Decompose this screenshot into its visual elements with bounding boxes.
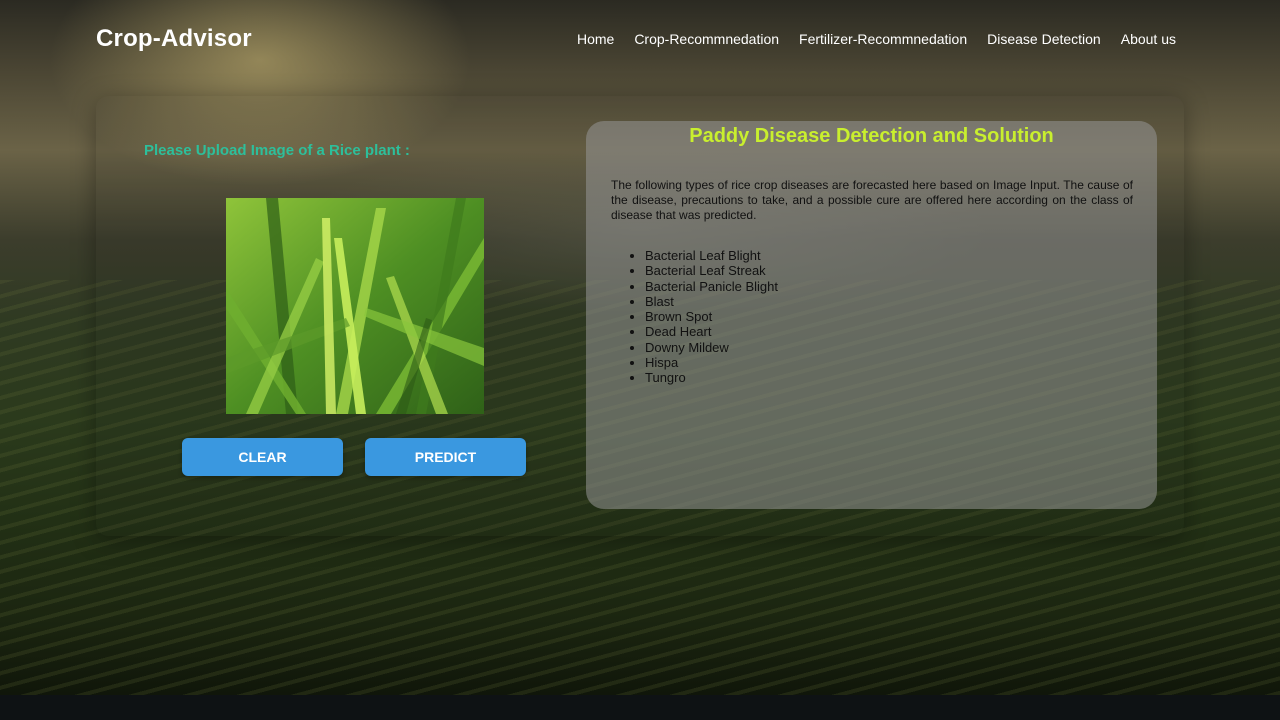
list-item: Dead Heart <box>645 324 778 339</box>
clear-button[interactable]: CLEAR <box>182 438 343 476</box>
footer-strip <box>0 695 1280 720</box>
brand-logo[interactable]: Crop-Advisor <box>96 25 252 53</box>
nav-home[interactable]: Home <box>577 31 614 47</box>
predict-button[interactable]: PREDICT <box>365 438 526 476</box>
list-item: Hispa <box>645 355 778 370</box>
top-header: Crop-Advisor Home Crop-Recommnedation Fe… <box>0 0 1280 80</box>
disease-list: Bacterial Leaf Blight Bacterial Leaf Str… <box>628 248 778 386</box>
info-description: The following types of rice crop disease… <box>611 178 1133 222</box>
nav-disease-detection[interactable]: Disease Detection <box>987 31 1101 47</box>
main-nav: Home Crop-Recommnedation Fertilizer-Reco… <box>577 31 1176 47</box>
list-item: Brown Spot <box>645 309 778 324</box>
uploaded-plant-image[interactable] <box>226 198 484 414</box>
info-card: Paddy Disease Detection and Solution The… <box>586 121 1157 509</box>
info-title: Paddy Disease Detection and Solution <box>689 125 1054 147</box>
nav-fertilizer-recommendation[interactable]: Fertilizer-Recommnedation <box>799 31 967 47</box>
upload-label: Please Upload Image of a Rice plant : <box>144 142 410 159</box>
list-item: Downy Mildew <box>645 340 778 355</box>
rice-plant-photo-icon <box>226 198 484 414</box>
list-item: Tungro <box>645 370 778 385</box>
list-item: Blast <box>645 294 778 309</box>
nav-about-us[interactable]: About us <box>1121 31 1176 47</box>
nav-crop-recommendation[interactable]: Crop-Recommnedation <box>634 31 779 47</box>
list-item: Bacterial Leaf Streak <box>645 263 778 278</box>
list-item: Bacterial Panicle Blight <box>645 279 778 294</box>
list-item: Bacterial Leaf Blight <box>645 248 778 263</box>
